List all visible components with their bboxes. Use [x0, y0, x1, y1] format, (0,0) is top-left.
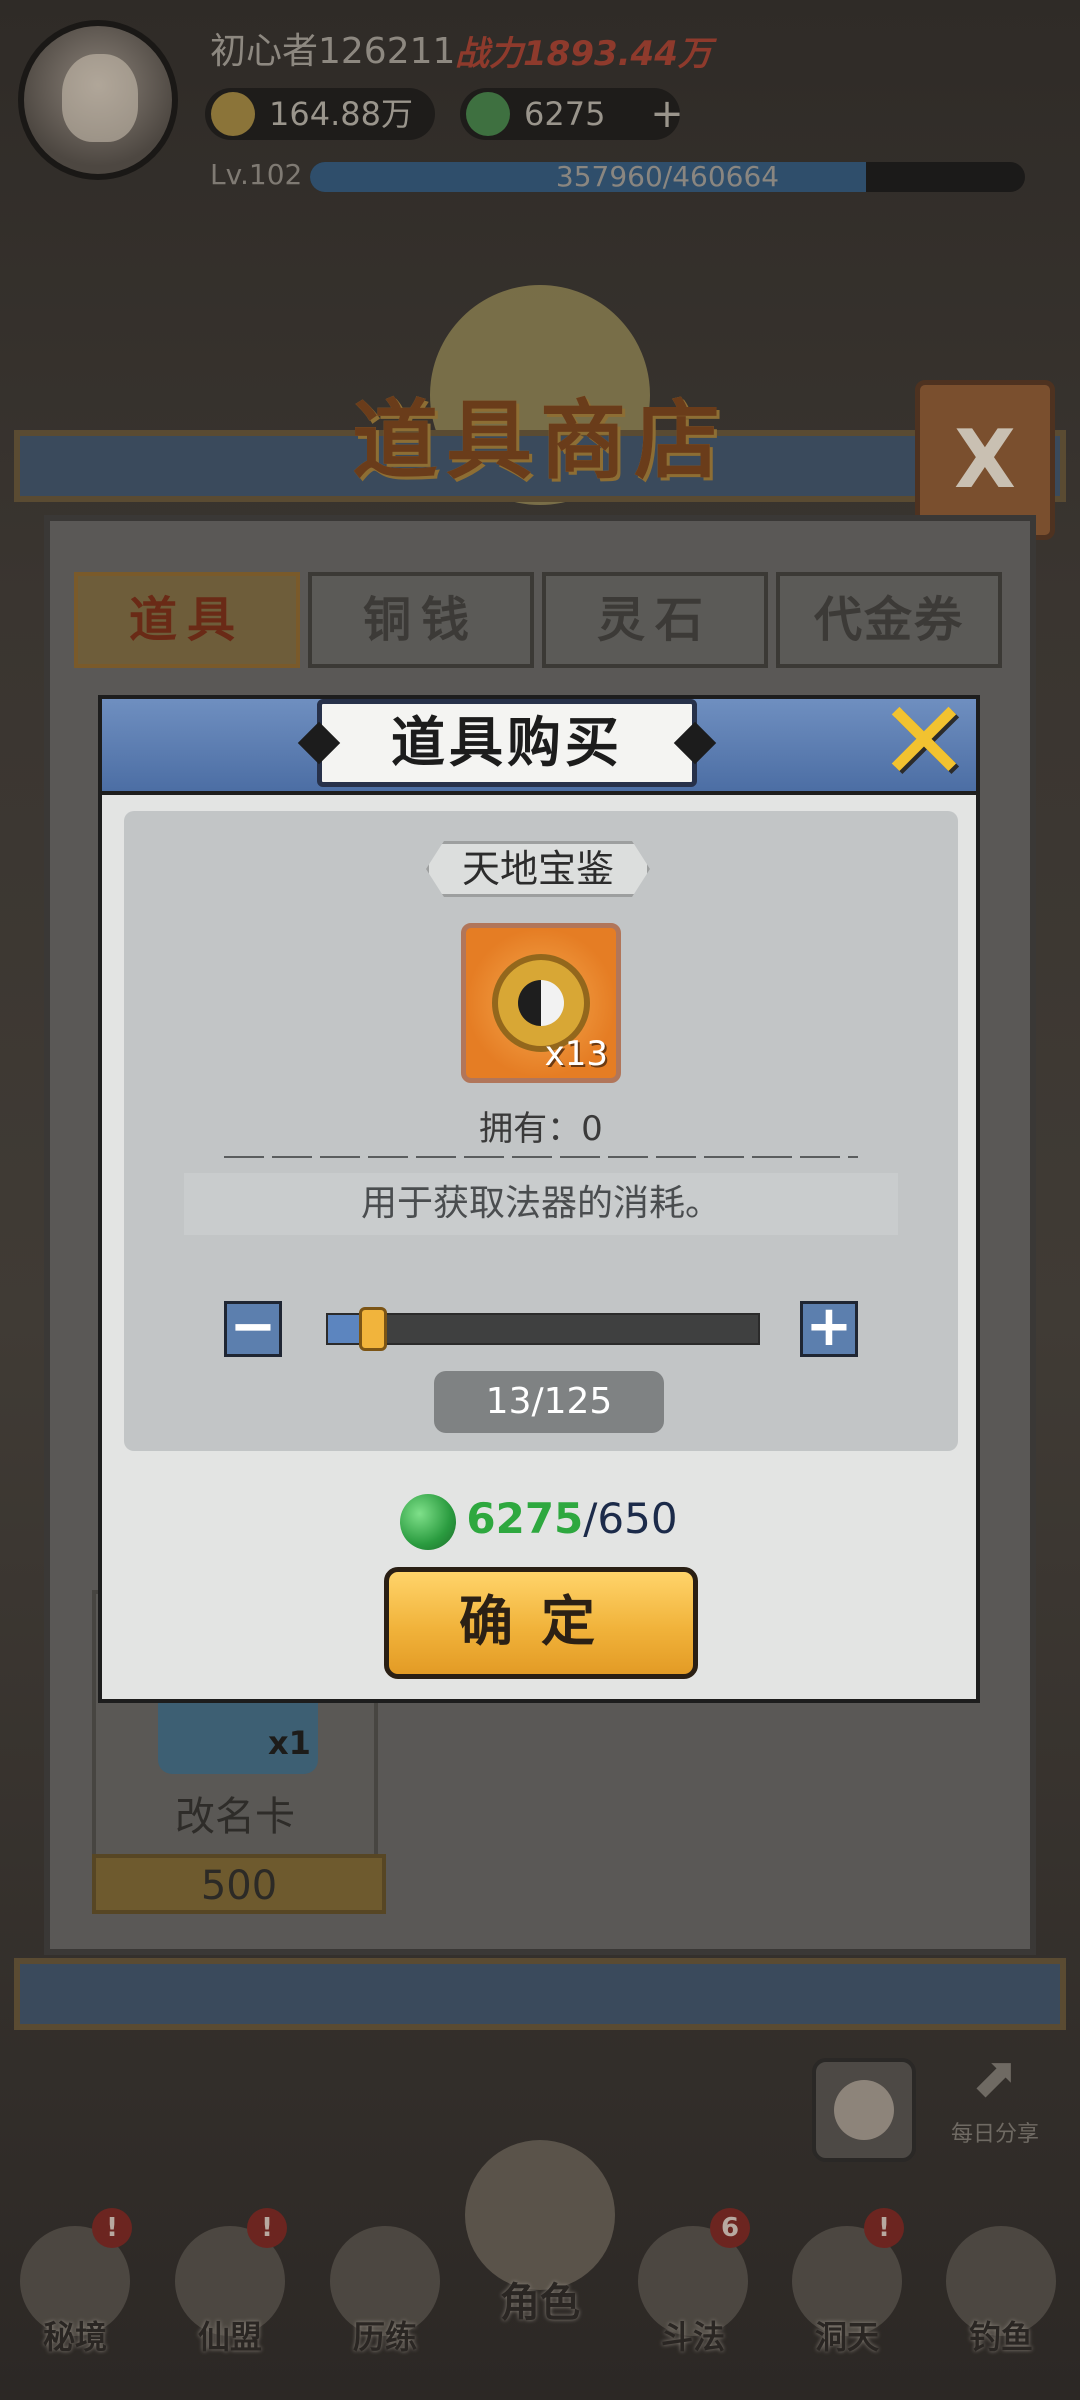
- jade-stone-icon: [400, 1493, 457, 1550]
- copper-resource: 164.88万: [205, 88, 435, 140]
- character-portrait-icon: [834, 2080, 894, 2140]
- owned-count: 拥有：0: [479, 1109, 603, 1149]
- quantity-display: 13/125: [434, 1371, 664, 1433]
- item-description: 用于获取法器的消耗。: [184, 1173, 898, 1235]
- item-icon-frame: x13: [461, 923, 621, 1083]
- increase-button[interactable]: +: [800, 1299, 858, 1357]
- decrease-button[interactable]: −: [224, 1299, 282, 1357]
- divider: [224, 1156, 858, 1158]
- player-topbar: 初心者126211 战力1893.44万 164.88万 6275 + Lv.1…: [0, 0, 1080, 200]
- notification-badge: 6: [710, 2208, 750, 2248]
- nav-fishing[interactable]: 钓鱼: [926, 2200, 1076, 2400]
- shop-scroll-bottom: [14, 1958, 1066, 2030]
- nav-secret-realm[interactable]: ! 秘境: [0, 2200, 150, 2400]
- nav-label: 斗法: [660, 2318, 725, 2356]
- notification-badge: !: [92, 2208, 132, 2248]
- notification-badge: !: [247, 2208, 287, 2248]
- item-name-tag: 天地宝鉴: [426, 841, 650, 897]
- add-jade-plus-icon[interactable]: +: [645, 88, 689, 140]
- cost-row: 6275/650: [102, 1489, 976, 1550]
- player-level: Lv.102: [210, 158, 303, 191]
- daily-share-label: 每日分享: [950, 2122, 1039, 2147]
- jade-owned: 6275: [466, 1494, 584, 1543]
- item-quantity: x13: [544, 1034, 608, 1074]
- chat-avatar-button[interactable]: [812, 2058, 916, 2162]
- item-info-panel: 天地宝鉴 x13 拥有：0 用于获取法器的消耗。 − + 13/125: [124, 811, 958, 1451]
- tab-voucher[interactable]: 代金券: [776, 572, 1002, 668]
- tab-spirit-stone[interactable]: 灵石: [542, 572, 768, 668]
- jade-cost: /650: [583, 1494, 678, 1543]
- quantity-slider[interactable]: [326, 1307, 760, 1351]
- player-name: 初心者126211: [210, 31, 456, 72]
- nav-label: 秘境: [42, 2318, 107, 2356]
- nav-label: 钓鱼: [968, 2318, 1033, 2356]
- jade-amount: 6275: [524, 95, 606, 133]
- nav-duel[interactable]: 6 斗法: [618, 2200, 768, 2400]
- share-icon: ⬈: [971, 2045, 1019, 2110]
- combat-power: 战力1893.44万: [455, 34, 712, 74]
- nav-label: 洞天: [814, 2318, 879, 2356]
- nav-training[interactable]: 历练: [310, 2200, 460, 2400]
- character-icon: [465, 2140, 615, 2290]
- copper-coin-icon: [211, 92, 255, 136]
- dialog-header: 道具购买 ✕: [102, 686, 976, 796]
- shop-item-price[interactable]: 500: [92, 1854, 386, 1914]
- nav-cave-heaven[interactable]: ! 洞天: [772, 2200, 922, 2400]
- plus-icon: +: [805, 1294, 853, 1359]
- xp-bar: 357960/460664: [310, 162, 1025, 192]
- shop-title: 道具商店: [352, 391, 728, 491]
- nav-character[interactable]: 角色: [456, 2130, 624, 2380]
- nav-label: 历练: [352, 2318, 417, 2356]
- purchase-dialog: 道具购买 ✕ 天地宝鉴 x13 拥有：0 用于获取法器的消耗。 − + 13/1…: [98, 686, 980, 1703]
- dialog-title-plate: 道具购买: [317, 699, 697, 787]
- dialog-close-button[interactable]: ✕: [876, 686, 972, 796]
- nav-label: 角色: [500, 2280, 580, 2326]
- jade-stone-icon: [466, 92, 510, 136]
- shop-item-name: 改名卡: [175, 1794, 295, 1840]
- nav-label: 仙盟: [197, 2318, 262, 2356]
- player-avatar[interactable]: [18, 20, 178, 180]
- daily-share-button[interactable]: ⬈ 每日分享: [940, 2040, 1050, 2150]
- slider-thumb[interactable]: [358, 1307, 387, 1351]
- minus-icon: −: [229, 1294, 277, 1359]
- nav-alliance[interactable]: ! 仙盟: [155, 2200, 305, 2400]
- confirm-button[interactable]: 确定: [384, 1567, 698, 1679]
- shop-item-qty: x1: [268, 1724, 311, 1762]
- xp-text: 357960/460664: [555, 162, 780, 192]
- tab-copper[interactable]: 铜钱: [308, 572, 534, 668]
- notification-badge: !: [864, 2208, 904, 2248]
- tab-items[interactable]: 道具: [74, 572, 300, 668]
- dialog-title: 道具购买: [391, 711, 623, 774]
- copper-amount: 164.88万: [269, 95, 413, 133]
